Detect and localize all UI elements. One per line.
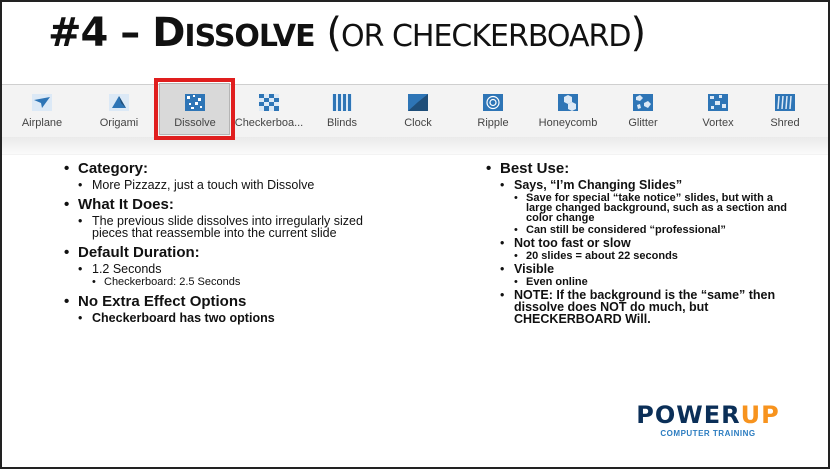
best-subitem-1b: Can still be considered “professional” bbox=[514, 225, 796, 236]
slide-title: #4 – DISSOLVE (OR CHECKERBOARD) bbox=[48, 10, 646, 56]
transition-glitter[interactable]: Glitter bbox=[608, 94, 678, 129]
ripple-icon bbox=[483, 94, 503, 111]
clock-icon bbox=[408, 94, 428, 111]
what-heading: What It Does: bbox=[64, 196, 394, 213]
transition-label: Vortex bbox=[702, 117, 734, 129]
transition-blinds[interactable]: Blinds bbox=[307, 94, 377, 129]
slide: #4 – DISSOLVE (OR CHECKERBOARD) Airplane… bbox=[0, 0, 830, 469]
best-item-4: NOTE: If the background is the “same” th… bbox=[500, 289, 796, 326]
origami-icon bbox=[109, 94, 129, 111]
checkerboard-icon bbox=[259, 94, 279, 111]
title-paren-close: ) bbox=[630, 10, 646, 56]
title-prefix: #4 – D bbox=[48, 10, 185, 56]
transition-label: Airplane bbox=[21, 117, 63, 129]
noeffect-heading: No Extra Effect Options bbox=[64, 293, 394, 310]
transition-label: Ripple bbox=[477, 117, 509, 129]
transition-origami[interactable]: Origami bbox=[84, 94, 154, 129]
transition-label: Glitter bbox=[628, 117, 658, 129]
duration-heading: Default Duration: bbox=[64, 244, 394, 261]
what-item: The previous slide dissolves into irregu… bbox=[78, 215, 394, 240]
transition-label: Blinds bbox=[327, 117, 357, 129]
shred-icon bbox=[775, 94, 795, 111]
gallery-shadow bbox=[2, 137, 828, 154]
logo-wordmark: POWERUP bbox=[636, 401, 780, 429]
transition-vortex[interactable]: Vortex bbox=[683, 94, 753, 129]
vortex-icon bbox=[708, 94, 728, 111]
blinds-icon bbox=[332, 94, 352, 111]
title-or: OR C bbox=[340, 19, 413, 54]
right-column: Best Use: Says, “I’m Changing Slides” Sa… bbox=[486, 157, 796, 325]
transition-honeycomb[interactable]: Honeycomb bbox=[533, 94, 603, 129]
logo-tagline: COMPUTER TRAINING bbox=[660, 429, 756, 438]
airplane-icon bbox=[32, 94, 52, 111]
noeffect-item: Checkerboard has two options bbox=[78, 312, 394, 325]
category-item: More Pizzazz, just a touch with Dissolve bbox=[78, 179, 394, 192]
best-heading: Best Use: bbox=[486, 160, 796, 177]
best-subitem-3a: Even online bbox=[514, 277, 796, 288]
best-subitem-1a: Save for special “take notice” slides, b… bbox=[514, 193, 796, 224]
powerup-logo: POWERUP COMPUTER TRAINING bbox=[634, 402, 782, 438]
glitter-icon bbox=[633, 94, 653, 111]
best-item-1: Says, “I’m Changing Slides” bbox=[500, 179, 796, 192]
duration-item: 1.2 Seconds bbox=[78, 263, 394, 276]
duration-subitem: Checkerboard: 2.5 Seconds bbox=[92, 277, 394, 288]
transition-label: Honeycomb bbox=[538, 117, 598, 129]
best-item-2: Not too fast or slow bbox=[500, 237, 796, 250]
left-column: Category: More Pizzazz, just a touch wit… bbox=[64, 157, 394, 324]
transition-label: Clock bbox=[404, 117, 432, 129]
transition-ripple[interactable]: Ripple bbox=[458, 94, 528, 129]
category-heading: Category: bbox=[64, 160, 394, 177]
transition-checkerboard[interactable]: Checkerboa... bbox=[234, 94, 304, 129]
title-paren-open: ( bbox=[314, 10, 342, 56]
transition-label: Shred bbox=[770, 117, 800, 129]
best-item-3: Visible bbox=[500, 263, 796, 276]
transition-label: Origami bbox=[99, 117, 139, 129]
transition-clock[interactable]: Clock bbox=[383, 94, 453, 129]
transition-label: Checkerboa... bbox=[234, 117, 304, 129]
honeycomb-icon bbox=[558, 94, 578, 111]
title-word: ISSOLVE bbox=[184, 19, 315, 54]
title-word2: HECKERBOARD bbox=[411, 19, 632, 54]
transition-shred[interactable]: Shred bbox=[750, 94, 820, 129]
best-subitem-2a: 20 slides = about 22 seconds bbox=[514, 251, 796, 262]
selection-highlight bbox=[154, 78, 235, 140]
transition-airplane[interactable]: Airplane bbox=[7, 94, 77, 129]
